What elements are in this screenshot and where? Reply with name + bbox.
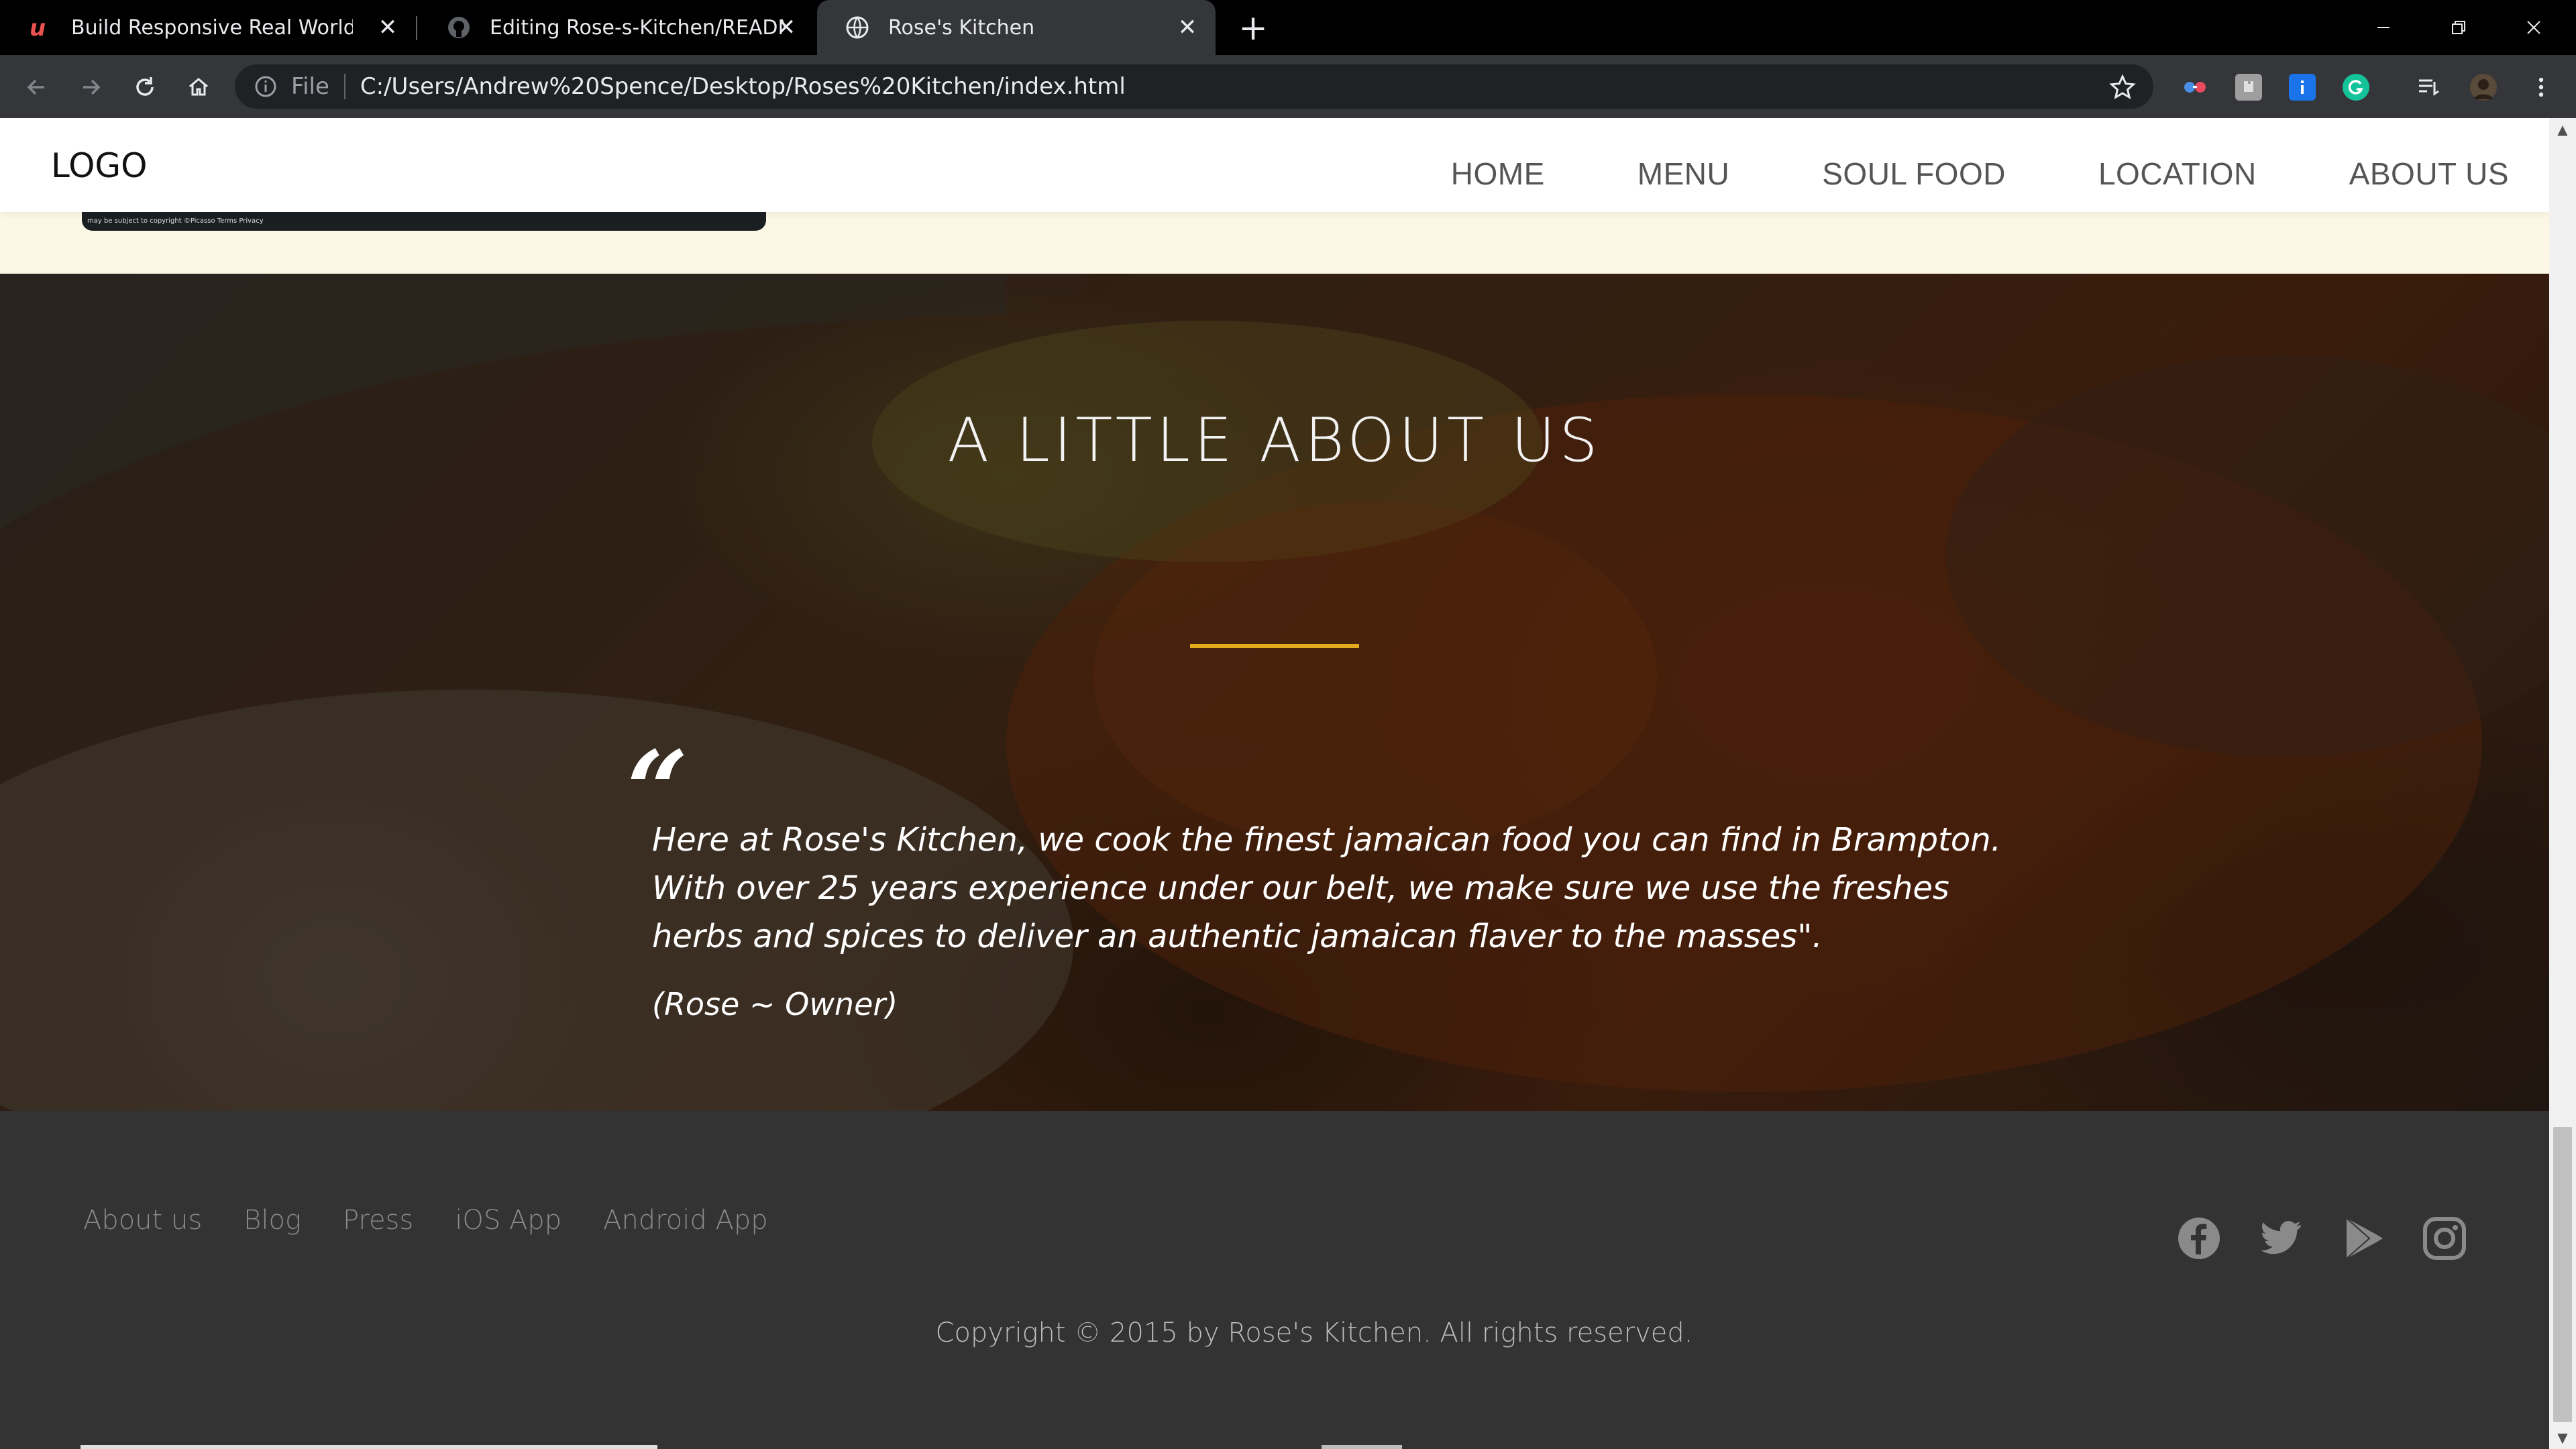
extension-glasses-icon[interactable] xyxy=(2182,74,2208,101)
footer-link-android-app[interactable]: Android App xyxy=(603,1205,768,1236)
info-icon[interactable] xyxy=(254,74,278,99)
tab-roses-kitchen[interactable]: Rose's Kitchen ✕ xyxy=(817,0,1216,55)
new-tab-button[interactable]: + xyxy=(1234,9,1272,47)
more-menu-icon[interactable] xyxy=(2528,74,2555,101)
facebook-icon[interactable] xyxy=(2176,1216,2222,1261)
restore-icon[interactable] xyxy=(2422,0,2496,55)
nav-link-menu[interactable]: MENU xyxy=(1638,156,1729,192)
vertical-scrollbar[interactable]: ▲ ▼ xyxy=(2549,118,2576,1449)
extension-info-icon[interactable] xyxy=(2289,74,2316,101)
reading-list-icon[interactable] xyxy=(2415,74,2442,101)
nav-link-soul-food[interactable]: SOUL FOOD xyxy=(1822,156,2006,192)
address-bar[interactable]: File C:/Users/Andrew%20Spence/Desktop/Ro… xyxy=(235,64,2153,109)
udemy-icon: u xyxy=(27,14,54,41)
about-title: A LITTLE ABOUT US xyxy=(947,405,1602,476)
forward-icon[interactable] xyxy=(72,68,110,106)
footer-link-about-us[interactable]: About us xyxy=(83,1205,202,1236)
twitter-icon[interactable] xyxy=(2258,1216,2304,1261)
main-nav: HOME MENU SOUL FOOD LOCATION ABOUT US xyxy=(1358,156,2509,192)
home-icon[interactable] xyxy=(180,68,217,106)
site-logo[interactable]: LOGO xyxy=(51,146,148,185)
close-tab-icon[interactable]: ✕ xyxy=(374,14,401,41)
svg-text:u: u xyxy=(30,15,46,41)
minimize-icon[interactable] xyxy=(2347,0,2420,55)
close-tab-icon[interactable]: ✕ xyxy=(773,14,800,41)
browser-toolbar: File C:/Users/Andrew%20Spence/Desktop/Ro… xyxy=(0,55,2576,118)
file-scheme-label: File xyxy=(291,73,329,100)
tab-divider xyxy=(416,16,417,40)
google-play-icon[interactable] xyxy=(2341,1216,2387,1261)
grammarly-icon[interactable] xyxy=(2343,74,2369,101)
background-overlay xyxy=(0,274,2549,1111)
globe-icon xyxy=(844,14,871,41)
scroll-up-icon[interactable]: ▲ xyxy=(2549,118,2576,141)
instagram-icon[interactable] xyxy=(2422,1216,2467,1261)
tab-title: Build Responsive Real World Web xyxy=(71,15,353,40)
map-fine-print: may be subject to copyright ©Picasso Ter… xyxy=(87,217,264,225)
footer-link-blog[interactable]: Blog xyxy=(244,1205,301,1236)
scheme-divider xyxy=(343,74,345,99)
close-window-icon[interactable] xyxy=(2497,0,2571,55)
profile-avatar[interactable] xyxy=(2470,74,2497,101)
reload-icon[interactable] xyxy=(126,68,164,106)
tab-github[interactable]: Editing Rose-s-Kitchen/README. ✕ xyxy=(419,0,814,55)
footer-link-ios-app[interactable]: iOS App xyxy=(455,1205,561,1236)
about-section: A LITTLE ABOUT US “ Here at Rose's Kitch… xyxy=(0,274,2549,1111)
footer-nav: About us Blog Press iOS App Android App xyxy=(83,1205,810,1236)
tab-title: Rose's Kitchen xyxy=(888,15,1035,40)
extension-puzzle-icon[interactable] xyxy=(2235,74,2262,101)
horizontal-scroll-thumb[interactable] xyxy=(1322,1445,1402,1449)
title-underline xyxy=(1190,644,1359,648)
nav-link-about-us[interactable]: ABOUT US xyxy=(2349,156,2509,192)
map-embed[interactable]: may be subject to copyright ©Picasso Ter… xyxy=(82,212,766,231)
site-footer: About us Blog Press iOS App Android App … xyxy=(0,1111,2549,1449)
scrollbar-thumb[interactable] xyxy=(2553,1127,2572,1422)
site-navbar: LOGO HOME MENU SOUL FOOD LOCATION ABOUT … xyxy=(0,118,2549,212)
browser-title-bar: u Build Responsive Real World Web ✕ Edit… xyxy=(0,0,2576,55)
nav-link-home[interactable]: HOME xyxy=(1451,156,1545,192)
nav-link-location[interactable]: LOCATION xyxy=(2098,156,2257,192)
tab-title: Editing Rose-s-Kitchen/README. xyxy=(490,15,785,40)
scroll-down-icon[interactable]: ▼ xyxy=(2549,1426,2576,1449)
about-quote: Here at Rose's Kitchen, we cook the fine… xyxy=(652,821,2001,955)
github-icon xyxy=(445,14,472,41)
back-icon[interactable] xyxy=(17,68,55,106)
close-tab-icon[interactable]: ✕ xyxy=(1174,14,1201,41)
page-viewport: LOGO HOME MENU SOUL FOOD LOCATION ABOUT … xyxy=(0,118,2549,1449)
quote-author: (Rose ~ Owner) xyxy=(652,986,898,1022)
bookmark-star-icon[interactable] xyxy=(2109,74,2136,101)
footer-link-press[interactable]: Press xyxy=(343,1205,413,1236)
tab-udemy[interactable]: u Build Responsive Real World Web ✕ xyxy=(0,0,416,55)
url-text[interactable]: C:/Users/Andrew%20Spence/Desktop/Roses%2… xyxy=(360,73,1126,100)
horizontal-scroll-track xyxy=(80,1445,657,1449)
copyright-text: Copyright © 2015 by Rose's Kitchen. All … xyxy=(935,1318,1693,1348)
